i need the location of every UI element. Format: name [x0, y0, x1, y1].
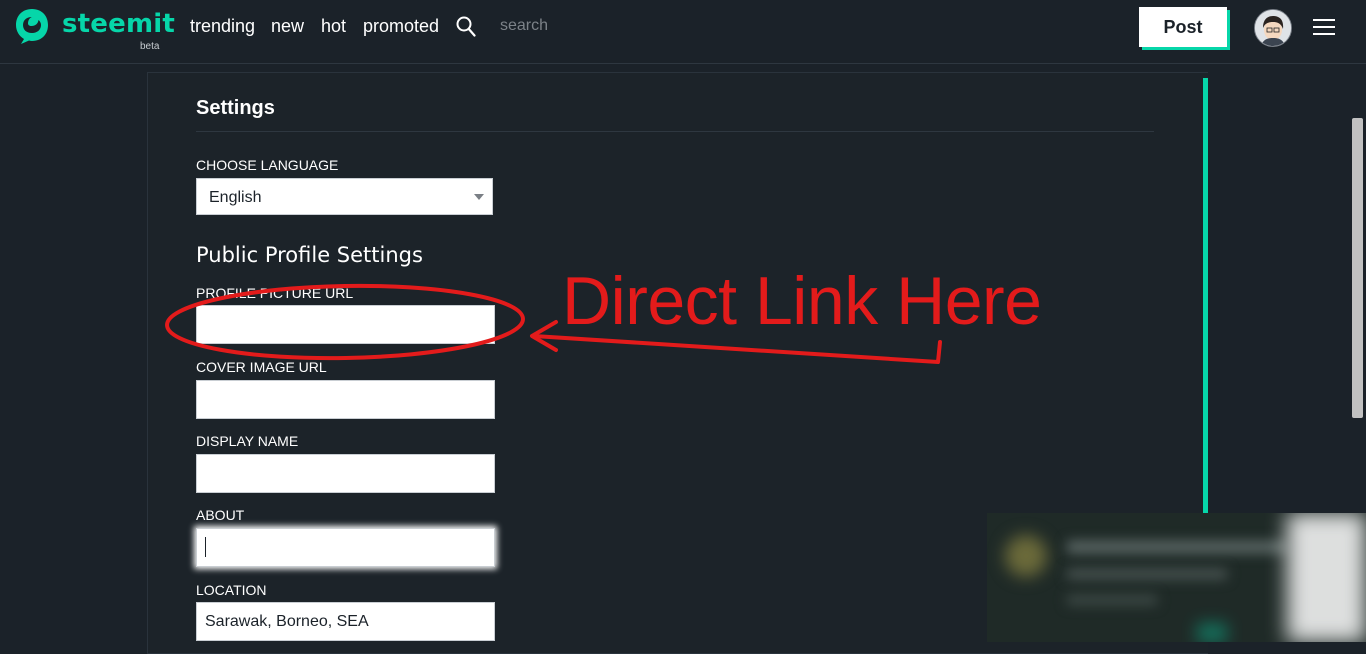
- about-input[interactable]: [196, 528, 495, 567]
- blurred-notification-popup[interactable]: [987, 513, 1366, 642]
- accent-divider: [1203, 78, 1208, 518]
- about-label: ABOUT: [196, 507, 245, 523]
- nav-new[interactable]: new: [271, 16, 304, 37]
- hamburger-menu-icon[interactable]: [1313, 19, 1335, 37]
- nav-trending[interactable]: trending: [190, 16, 255, 37]
- title-divider: [196, 131, 1154, 132]
- nav-hot[interactable]: hot: [321, 16, 346, 37]
- location-input[interactable]: [196, 602, 495, 641]
- avatar-image-icon: [1255, 10, 1291, 46]
- search-input[interactable]: [500, 14, 650, 38]
- text-caret: [205, 537, 206, 557]
- steemit-logo-icon[interactable]: [14, 7, 50, 45]
- beta-label: beta: [140, 41, 160, 52]
- profile-picture-url-label: PROFILE PICTURE URL: [196, 285, 354, 301]
- nav-promoted[interactable]: promoted: [363, 16, 439, 37]
- annotation-label: Direct Link Here: [562, 263, 1042, 339]
- language-select-value: English: [209, 189, 262, 206]
- dropdown-caret-icon: [474, 194, 484, 200]
- brand-name[interactable]: steemit: [62, 9, 175, 39]
- top-navigation-bar: steemit beta trending new hot promoted P…: [0, 0, 1366, 64]
- public-profile-heading: Public Profile Settings: [196, 243, 423, 267]
- search-icon[interactable]: [456, 16, 476, 38]
- language-label: CHOOSE LANGUAGE: [196, 157, 339, 173]
- profile-picture-url-input[interactable]: [196, 305, 495, 344]
- post-button[interactable]: Post: [1139, 7, 1227, 47]
- cover-image-url-input[interactable]: [196, 380, 495, 419]
- avatar[interactable]: [1254, 9, 1292, 47]
- display-name-label: DISPLAY NAME: [196, 433, 299, 449]
- page-title: Settings: [196, 97, 275, 119]
- page-scrollbar-thumb[interactable]: [1352, 118, 1363, 418]
- location-label: LOCATION: [196, 582, 267, 598]
- cover-image-url-label: COVER IMAGE URL: [196, 359, 327, 375]
- display-name-input[interactable]: [196, 454, 495, 493]
- language-select[interactable]: English: [196, 178, 493, 215]
